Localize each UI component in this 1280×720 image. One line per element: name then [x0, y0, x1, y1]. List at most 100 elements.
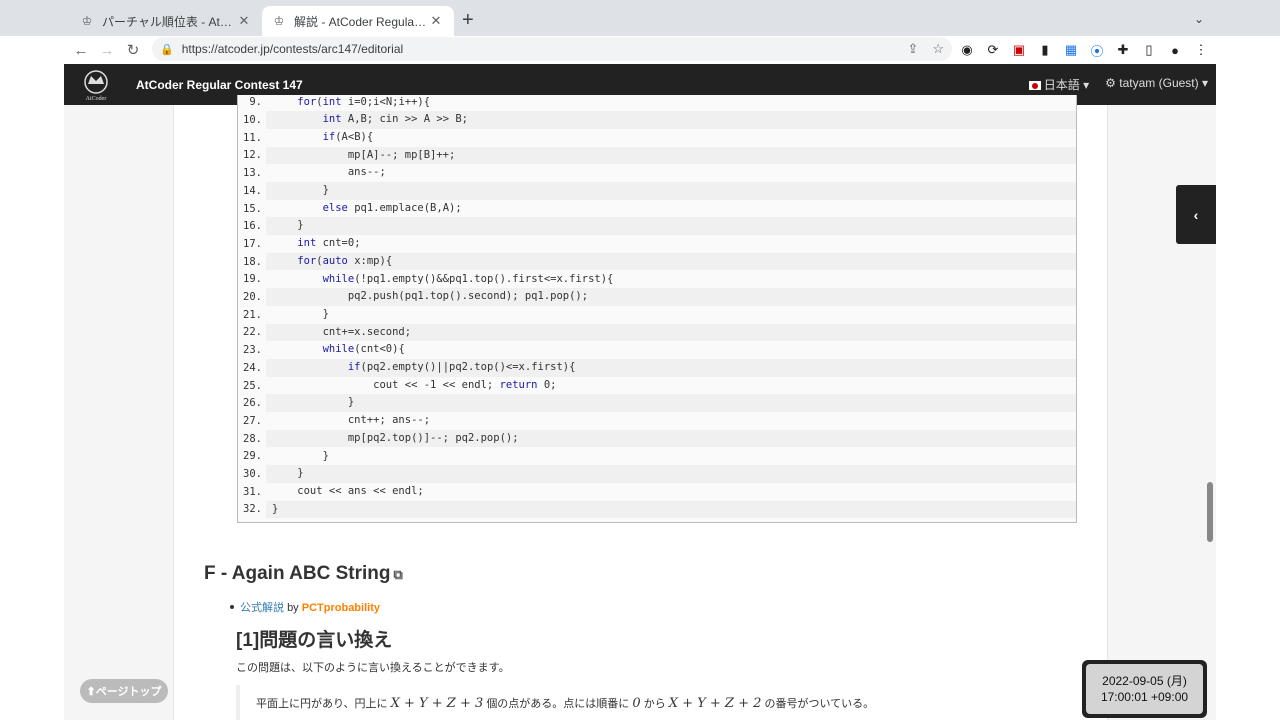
line-number: 18. — [243, 255, 262, 268]
code-line: 12. mp[A]--; mp[B]++; — [238, 146, 1076, 165]
line-number: 15. — [243, 202, 262, 215]
line-number: 26. — [243, 397, 262, 410]
tab-title: パーチャル順位表 - AtCoder Regular Contest — [102, 14, 236, 29]
code-line: 11. if(A<B){ — [238, 129, 1076, 147]
extension-icon[interactable]: ◉ — [958, 41, 976, 59]
browser-tab-bar: ♔ パーチャル順位表 - AtCoder Regular Contest ✕ ♔… — [0, 0, 1280, 36]
code-text: } — [266, 394, 1076, 413]
code-line: 31. cout << ans << endl; — [238, 483, 1076, 501]
svg-text:AtCoder: AtCoder — [86, 96, 107, 102]
code-text: } — [266, 465, 1076, 483]
language-dropdown[interactable]: 日本語 ▾ — [1028, 76, 1089, 93]
code-text: pq2.push(pq1.top().second); pq1.pop(); — [266, 288, 1076, 306]
code-line: 22. cnt+=x.second; — [238, 323, 1076, 342]
code-text: if(pq2.empty()||pq2.top()<=x.first){ — [266, 359, 1076, 377]
line-number: 24. — [243, 361, 262, 374]
code-text: } — [272, 307, 329, 320]
editorial-section: F - Again ABC String ⧉ 公式解説 by PCTprobabi… — [204, 563, 874, 720]
code-line: 29. } — [238, 448, 1076, 466]
share-icon[interactable]: ⇪ — [907, 41, 918, 57]
code-line: 25. cout << -1 << endl; return 0; — [238, 377, 1076, 395]
code-block: 9. for(int i=0;i<N;i++){10. int A,B; cin… — [237, 95, 1077, 523]
line-number: 30. — [243, 468, 262, 481]
extension-icon[interactable]: ▦ — [1062, 41, 1080, 59]
code-line: 17. int cnt=0; — [238, 235, 1076, 253]
forward-arrow-icon[interactable]: → — [94, 37, 120, 63]
line-number: 32. — [243, 503, 262, 516]
code-line: 9. for(int i=0;i<N;i++){ — [238, 95, 1076, 111]
code-line: 14. } — [238, 182, 1076, 200]
line-number: 13. — [243, 167, 262, 180]
address-bar[interactable]: 🔒 https://atcoder.jp/contests/arc147/edi… — [152, 37, 952, 61]
scrollbar-thumb[interactable] — [1207, 482, 1213, 542]
code-text: cnt++; ans--; — [272, 414, 431, 427]
bullet — [230, 605, 234, 609]
code-text: while(!pq1.empty()&&pq1.top().first<=x.f… — [322, 272, 614, 285]
code-text: else pq1.emplace(B,A); — [322, 201, 462, 214]
line-number: 14. — [243, 184, 262, 197]
tab-editorial[interactable]: ♔ 解説 - AtCoder Regular Contest 147 ✕ — [262, 6, 454, 36]
code-line: 23. while(cnt<0){ — [238, 341, 1076, 359]
url-text: https://atcoder.jp/contests/arc147/edito… — [181, 42, 404, 56]
avatar[interactable]: ● — [1166, 41, 1184, 59]
line-number: 27. — [243, 414, 262, 427]
sidebar-toggle-button[interactable]: ‹ — [1176, 185, 1216, 244]
atcoder-favicon-icon: ♔ — [81, 14, 93, 28]
code-line: 19. while(!pq1.empty()&&pq1.top().first<… — [238, 271, 1076, 289]
extension-badge-icon[interactable]: ▣ — [1010, 41, 1028, 59]
page-margin — [1216, 64, 1280, 720]
code-text: cnt+=x.second; — [266, 323, 1076, 342]
bookmark-extension-icon[interactable]: ▮ — [1036, 41, 1054, 59]
arrow-up-icon: ⬆ — [86, 685, 96, 698]
code-line: 28. mp[pq2.top()]--; pq2.pop(); — [238, 429, 1076, 448]
clock-date: 2022-09-05 (月) — [1102, 674, 1187, 688]
browser-toolbar: ← → ↻ 🔒 https://atcoder.jp/contests/arc1… — [0, 36, 1280, 64]
line-number: 23. — [243, 344, 262, 357]
section-heading: [1]問題の言い換え — [236, 630, 393, 651]
line-number: 9. — [249, 96, 262, 109]
code-line: 20. pq2.push(pq1.top().second); pq1.pop(… — [238, 288, 1076, 306]
line-number: 21. — [243, 308, 262, 321]
author-link[interactable]: PCTprobability — [302, 602, 380, 614]
external-link-icon[interactable]: ⧉ — [393, 567, 402, 583]
line-number: 29. — [243, 450, 262, 463]
menu-kebab-icon[interactable]: ⋮ — [1192, 41, 1210, 59]
reload-icon[interactable]: ↻ — [120, 37, 146, 63]
line-number: 25. — [243, 379, 262, 392]
contest-title-link[interactable]: AtCoder Regular Contest 147 — [136, 78, 303, 92]
back-arrow-icon[interactable]: ← — [68, 37, 94, 63]
japan-flag-icon — [1028, 81, 1041, 90]
user-dropdown[interactable]: ⚙ tatyam (Guest) ▾ — [1105, 76, 1208, 93]
code-line: 10. int A,B; cin >> A >> B; — [238, 111, 1076, 129]
code-line: 16. } — [238, 217, 1076, 236]
page-margin — [0, 64, 64, 720]
page-top-button[interactable]: ⬆ ページトップ — [80, 679, 168, 703]
line-number: 10. — [243, 114, 262, 127]
code-text: mp[A]--; mp[B]++; — [266, 146, 1076, 165]
official-editorial-link[interactable]: 公式解説 — [240, 602, 284, 614]
code-line: 13. ans--; — [238, 164, 1076, 182]
puzzle-icon[interactable]: ✚ — [1114, 41, 1132, 59]
code-line: 18. for(auto x:mp){ — [238, 252, 1076, 271]
close-icon[interactable]: ✕ — [428, 13, 444, 29]
tab-search-chevron-icon[interactable]: ⌄ — [1194, 12, 1204, 26]
code-text: } — [266, 500, 1076, 519]
atcoder-logo[interactable]: AtCoder — [74, 67, 118, 103]
new-tab-button[interactable]: + — [462, 10, 474, 30]
code-line: 27. cnt++; ans--; — [238, 412, 1076, 430]
tab-virtual-standings[interactable]: ♔ パーチャル順位表 - AtCoder Regular Contest ✕ — [70, 6, 262, 36]
line-number: 31. — [243, 485, 262, 498]
sync-extension-icon[interactable]: ⟳ — [984, 41, 1002, 59]
close-icon[interactable]: ✕ — [236, 13, 252, 29]
side-panel-icon[interactable]: ▯ — [1140, 41, 1158, 59]
line-number: 17. — [243, 237, 262, 250]
code-text: } — [266, 217, 1076, 236]
line-number: 19. — [243, 273, 262, 286]
chevron-left-icon: ‹ — [1193, 206, 1199, 223]
code-line: 32.} — [238, 500, 1076, 519]
bookmark-star-icon[interactable]: ☆ — [932, 41, 944, 57]
code-line: 26. } — [238, 394, 1076, 413]
code-text: int A,B; cin >> A >> B; — [266, 111, 1076, 129]
code-line: 21. } — [238, 306, 1076, 324]
wifi-extension-icon[interactable]: ⦿ — [1088, 41, 1106, 59]
